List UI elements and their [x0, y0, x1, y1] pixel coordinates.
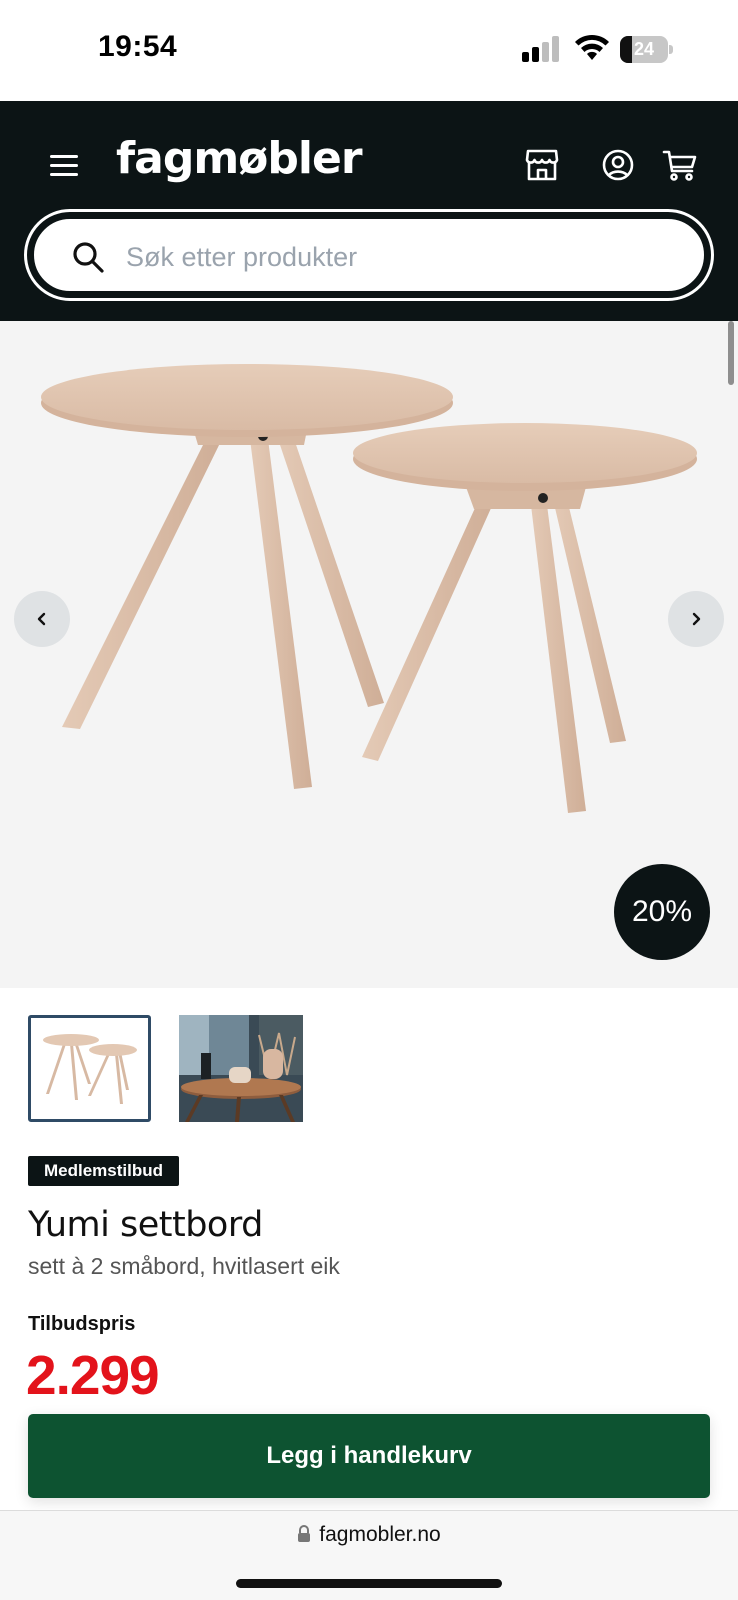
search-box[interactable] — [31, 216, 707, 294]
wifi-icon — [575, 34, 609, 60]
product-gallery: 20% — [0, 321, 738, 988]
gallery-next-button[interactable] — [668, 591, 724, 647]
site-logo[interactable]: fagmøbler — [116, 133, 363, 184]
lock-icon — [298, 1525, 311, 1542]
search-icon[interactable] — [70, 239, 106, 275]
product-subtitle: sett à 2 småbord, hvitlasert eik — [28, 1253, 340, 1279]
battery-level: 24 — [633, 39, 655, 59]
product-title: Yumi settbord — [28, 1205, 263, 1245]
page-scrollbar[interactable] — [728, 321, 734, 385]
status-bar: 19:54 24 — [0, 0, 738, 101]
browser-address-bar[interactable]: fagmobler.no — [0, 1510, 738, 1600]
gallery-prev-button[interactable] — [14, 591, 70, 647]
search-bar — [24, 209, 714, 301]
cellular-signal-icon — [522, 36, 559, 62]
url-text: fagmobler.no — [319, 1523, 441, 1546]
home-indicator[interactable] — [236, 1579, 502, 1588]
cart-icon[interactable] — [662, 147, 698, 183]
search-input[interactable] — [126, 229, 666, 285]
price-label: Tilbudspris — [28, 1313, 136, 1335]
chevron-right-icon — [692, 612, 701, 626]
user-icon[interactable] — [600, 147, 636, 183]
battery-icon: 24 — [620, 36, 673, 63]
discount-badge: 20% — [614, 864, 710, 960]
site-header: fagmøbler — [0, 101, 738, 321]
menu-icon[interactable] — [50, 155, 80, 179]
thumbnail-product-1[interactable] — [28, 1015, 151, 1122]
store-icon[interactable] — [524, 147, 560, 183]
status-time: 19:54 — [98, 30, 178, 63]
chevron-left-icon — [37, 612, 46, 626]
url-display[interactable]: fagmobler.no — [0, 1523, 738, 1547]
thumbnail-product-2[interactable] — [179, 1015, 303, 1122]
member-offer-badge: Medlemstilbud — [28, 1156, 180, 1186]
add-to-cart-button[interactable]: Legg i handlekurv — [28, 1414, 710, 1498]
